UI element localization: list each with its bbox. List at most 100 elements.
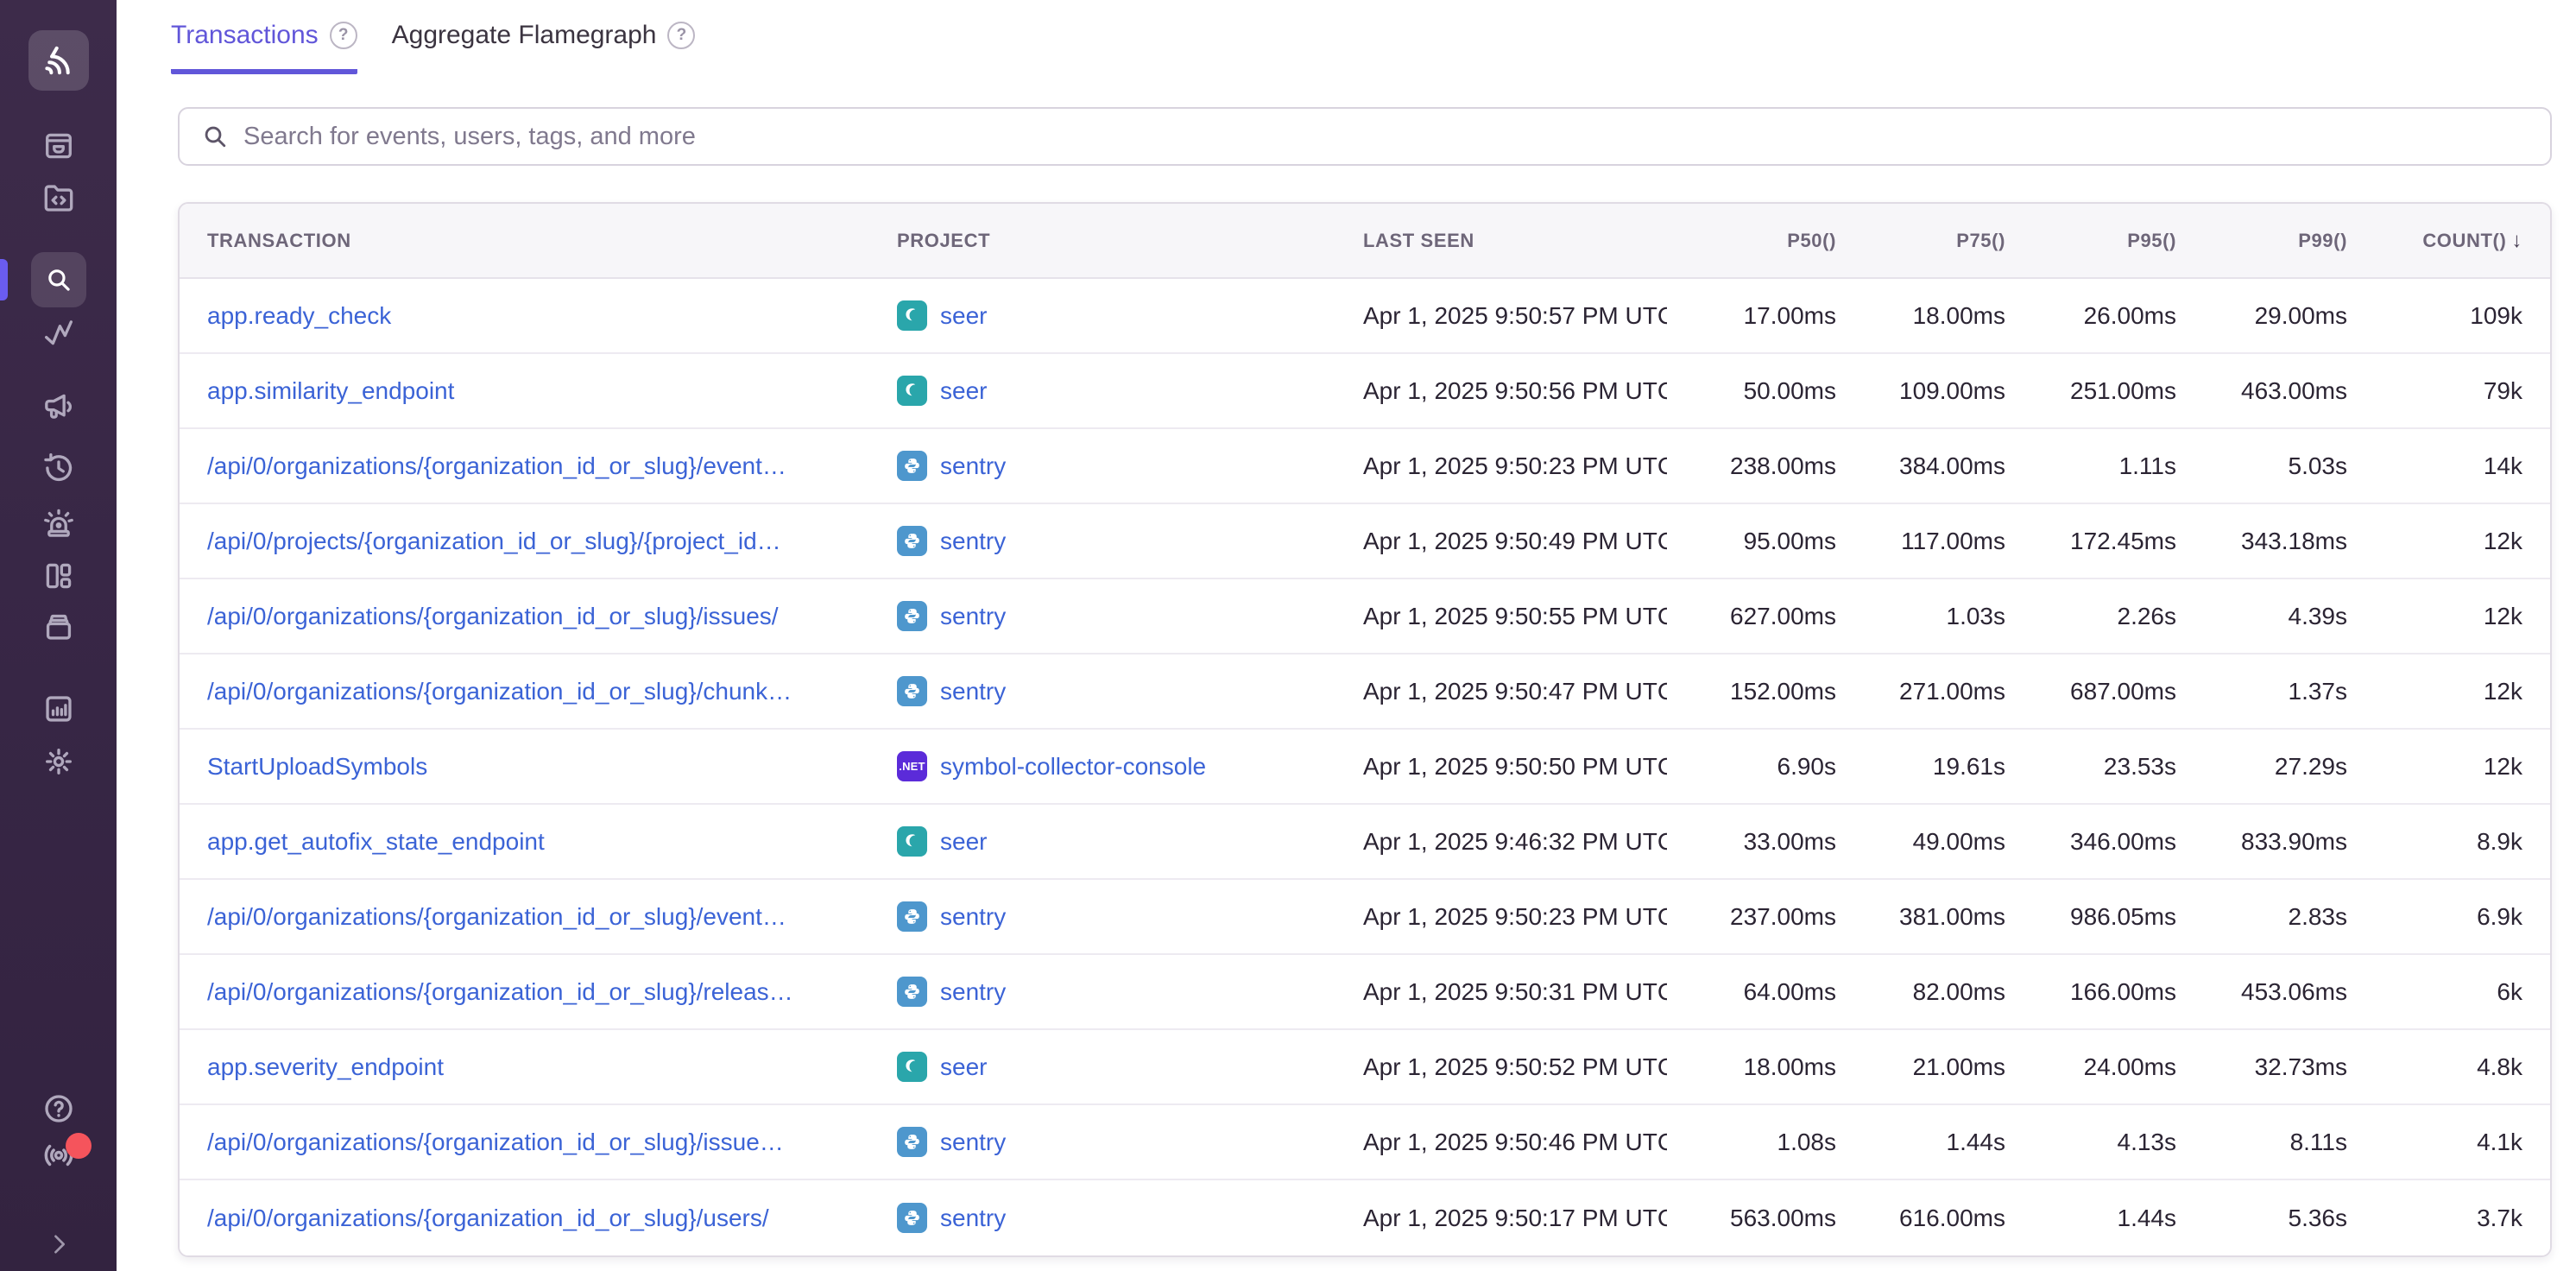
p75-cell: 82.00ms [1843, 978, 2012, 1006]
p95-cell: 1.44s [2012, 1205, 2183, 1232]
transaction-link[interactable]: /api/0/organizations/{organization_id_or… [207, 452, 786, 479]
table-row: /api/0/organizations/{organization_id_or… [180, 1180, 2550, 1255]
last-seen-cell: Apr 1, 2025 9:50:57 PM UTC [1356, 302, 1667, 330]
main-content: Transactions ? Aggregate Flamegraph ? Se… [117, 0, 2576, 1271]
sidebar-item-dashboards[interactable] [41, 558, 77, 594]
sidebar-item-help[interactable] [41, 1091, 77, 1127]
p95-cell: 166.00ms [2012, 978, 2183, 1006]
transaction-link[interactable]: app.similarity_endpoint [207, 377, 454, 404]
search-bar[interactable]: Search for events, users, tags, and more [178, 107, 2552, 166]
project-link[interactable]: sentry [940, 978, 1006, 1006]
project-link[interactable]: sentry [940, 903, 1006, 931]
sidebar-item-feedback[interactable] [41, 389, 77, 425]
count-cell: 12k [2354, 528, 2550, 555]
transaction-link[interactable]: app.ready_check [207, 302, 391, 329]
transactions-help-icon[interactable]: ? [330, 22, 357, 49]
table-row: app.similarity_endpoint .NET seer Apr 1 [180, 354, 2550, 429]
table-body: app.ready_check .NET seer Apr 1, 2025 9 [180, 279, 2550, 1255]
transaction-link[interactable]: app.severity_endpoint [207, 1053, 444, 1080]
last-seen-cell: Apr 1, 2025 9:50:47 PM UTC [1356, 678, 1667, 705]
sidebar-item-settings[interactable] [41, 743, 77, 780]
transaction-link[interactable]: /api/0/organizations/{organization_id_or… [207, 678, 792, 705]
count-cell: 12k [2354, 753, 2550, 781]
column-header-p75[interactable]: P75() [1843, 230, 2012, 252]
column-header-transaction[interactable]: TRANSACTION [180, 230, 890, 252]
transaction-link[interactable]: StartUploadSymbols [207, 753, 427, 780]
project-link[interactable]: sentry [940, 1129, 1006, 1156]
project-link[interactable]: seer [940, 1053, 987, 1081]
p99-cell: 5.36s [2183, 1205, 2354, 1232]
aggregate-flamegraph-help-icon[interactable]: ? [667, 22, 695, 49]
count-cell: 4.8k [2354, 1053, 2550, 1081]
chevron-right-icon [44, 1230, 73, 1259]
sidebar-item-releases[interactable] [41, 610, 77, 646]
transaction-link[interactable]: /api/0/organizations/{organization_id_or… [207, 978, 793, 1005]
p50-cell: 95.00ms [1667, 528, 1843, 555]
sidebar-item-stats[interactable] [41, 691, 77, 727]
p99-cell: 833.90ms [2183, 828, 2354, 856]
column-header-p50[interactable]: P50() [1667, 230, 1843, 252]
sidebar-item-issues[interactable] [41, 128, 77, 164]
table-row: app.ready_check .NET seer Apr 1, 2025 9 [180, 279, 2550, 354]
column-header-p95[interactable]: P95() [2012, 230, 2183, 252]
sidebar-item-replays[interactable] [41, 450, 77, 486]
p99-cell: 27.29s [2183, 753, 2354, 781]
table-row: /api/0/organizations/{organization_id_or… [180, 429, 2550, 504]
p95-cell: 23.53s [2012, 753, 2183, 781]
p75-cell: 381.00ms [1843, 903, 2012, 931]
column-header-p99[interactable]: P99() [2183, 230, 2354, 252]
dashboard-layout-icon [41, 558, 77, 594]
sentry-logo-icon [39, 41, 79, 80]
column-header-project[interactable]: PROJECT [890, 230, 1356, 252]
sidebar-item-projects[interactable] [41, 180, 77, 216]
transaction-link[interactable]: /api/0/organizations/{organization_id_or… [207, 603, 779, 629]
transaction-link[interactable]: app.get_autofix_state_endpoint [207, 828, 545, 855]
p95-cell: 26.00ms [2012, 302, 2183, 330]
tab-aggregate-flamegraph[interactable]: Aggregate Flamegraph ? [392, 21, 696, 74]
sentry-logo-button[interactable] [28, 30, 89, 91]
last-seen-cell: Apr 1, 2025 9:50:46 PM UTC [1356, 1129, 1667, 1156]
tab-transactions[interactable]: Transactions ? [171, 21, 357, 74]
sort-desc-icon: ↓ [2511, 229, 2522, 252]
p99-cell: 4.39s [2183, 603, 2354, 630]
project-link[interactable]: symbol-collector-console [940, 753, 1206, 781]
p99-cell: 463.00ms [2183, 377, 2354, 405]
project-link[interactable]: sentry [940, 678, 1006, 705]
megaphone-icon [41, 389, 77, 425]
transaction-link[interactable]: /api/0/projects/{organization_id_or_slug… [207, 528, 781, 554]
p50-cell: 237.00ms [1667, 903, 1843, 931]
p50-cell: 1.08s [1667, 1129, 1843, 1156]
project-link[interactable]: seer [940, 377, 987, 405]
p75-cell: 21.00ms [1843, 1053, 2012, 1081]
count-cell: 14k [2354, 452, 2550, 480]
help-icon [41, 1091, 77, 1127]
seer-project-icon [897, 826, 927, 857]
count-cell: 109k [2354, 302, 2550, 330]
gear-icon [41, 743, 77, 780]
p50-cell: 152.00ms [1667, 678, 1843, 705]
python-project-icon [897, 526, 927, 556]
p95-cell: 24.00ms [2012, 1053, 2183, 1081]
sidebar-item-metrics[interactable] [41, 313, 77, 350]
project-link[interactable]: sentry [940, 603, 1006, 630]
transaction-link[interactable]: /api/0/organizations/{organization_id_or… [207, 1205, 769, 1231]
project-link[interactable]: seer [940, 828, 987, 856]
p99-cell: 8.11s [2183, 1129, 2354, 1156]
sidebar-item-alerts[interactable] [41, 506, 77, 542]
transaction-link[interactable]: /api/0/organizations/{organization_id_or… [207, 1129, 784, 1155]
sidebar-item-explore[interactable] [31, 252, 86, 307]
sidebar-expand-button[interactable] [44, 1230, 73, 1259]
p50-cell: 50.00ms [1667, 377, 1843, 405]
column-header-last-seen[interactable]: LAST SEEN [1356, 230, 1667, 252]
python-project-icon [897, 676, 927, 706]
dotnet-project-icon: .NET [897, 751, 927, 781]
project-link[interactable]: sentry [940, 452, 1006, 480]
column-header-count[interactable]: COUNT()↓ [2354, 229, 2550, 253]
project-link[interactable]: sentry [940, 1205, 1006, 1232]
table-row: app.severity_endpoint .NET seer Apr 1, [180, 1030, 2550, 1105]
transaction-link[interactable]: /api/0/organizations/{organization_id_or… [207, 903, 786, 930]
p50-cell: 6.90s [1667, 753, 1843, 781]
project-link[interactable]: sentry [940, 528, 1006, 555]
seer-project-icon [897, 376, 927, 406]
project-link[interactable]: seer [940, 302, 987, 330]
